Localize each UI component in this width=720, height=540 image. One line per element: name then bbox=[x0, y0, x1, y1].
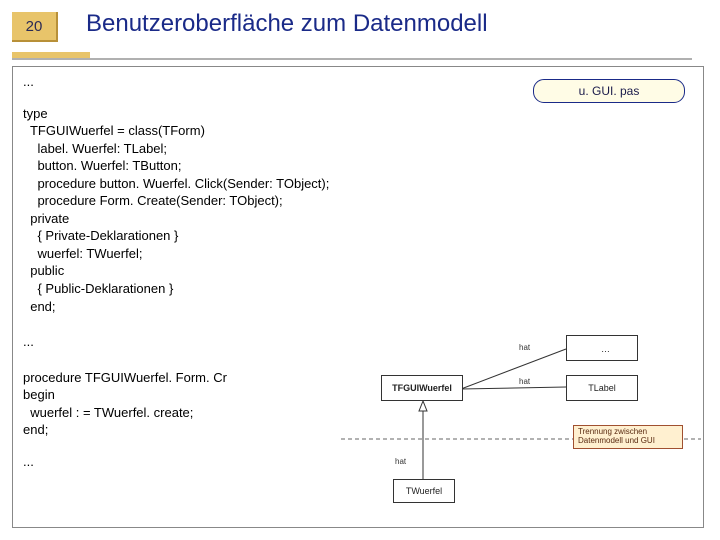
class-top-right-text: … bbox=[601, 343, 610, 355]
class-main: TFGUIWuerfel bbox=[381, 375, 463, 401]
code-line: end; bbox=[23, 298, 693, 316]
code-line: { Private-Deklarationen } bbox=[23, 227, 693, 245]
class-bottom: TWuerfel bbox=[393, 479, 455, 503]
edge-label: hat bbox=[395, 457, 406, 468]
code-line: type bbox=[23, 105, 693, 123]
code-line: button. Wuerfel: TButton; bbox=[23, 157, 693, 175]
note-line2: Datenmodell und GUI bbox=[578, 437, 678, 446]
slide-title: Benutzeroberfläche zum Datenmodell bbox=[86, 8, 488, 38]
code-frame: u. GUI. pas ... type TFGUIWuerfel = clas… bbox=[12, 66, 704, 528]
code-line: wuerfel: TWuerfel; bbox=[23, 245, 693, 263]
class-bot-right: TLabel bbox=[566, 375, 638, 401]
slide-number: 20 bbox=[12, 12, 58, 42]
code-line: procedure Form. Create(Sender: TObject); bbox=[23, 192, 693, 210]
file-badge: u. GUI. pas bbox=[533, 79, 685, 103]
title-underline bbox=[12, 52, 692, 60]
diagram-note: Trennung zwischen Datenmodell und GUI bbox=[573, 425, 683, 449]
uml-diagram: TFGUIWuerfel … TLabel TWuerfel hat hat h… bbox=[341, 329, 701, 529]
code-line: procedure button. Wuerfel. Click(Sender:… bbox=[23, 175, 693, 193]
code-line: private bbox=[23, 210, 693, 228]
edge-label: hat bbox=[519, 377, 530, 388]
code-line: TFGUIWuerfel = class(TForm) bbox=[23, 122, 693, 140]
code-line: { Public-Deklarationen } bbox=[23, 280, 693, 298]
code-line: label. Wuerfel: TLabel; bbox=[23, 140, 693, 158]
edge-label: hat bbox=[519, 343, 530, 354]
slide-header: 20 Benutzeroberfläche zum Datenmodell bbox=[0, 0, 720, 42]
code-line: public bbox=[23, 262, 693, 280]
